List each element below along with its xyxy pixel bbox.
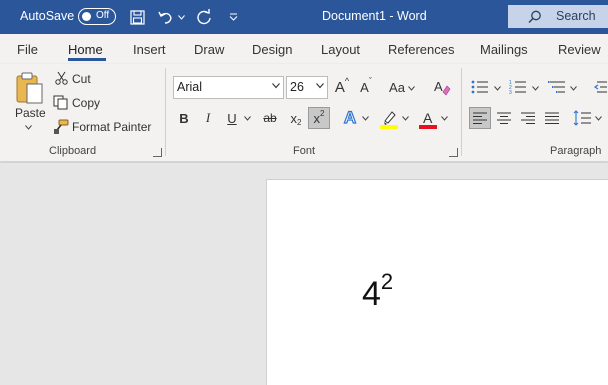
paste-button[interactable]: Paste — [15, 106, 46, 120]
clipboard-group-label: Clipboard — [49, 145, 97, 157]
chevron-down-icon — [272, 83, 280, 89]
tab-mailings[interactable]: Mailings — [480, 42, 528, 57]
change-case-icon[interactable]: Aa — [387, 77, 407, 97]
chevron-down-icon — [316, 83, 324, 89]
group-divider — [165, 68, 166, 156]
format-painter-button[interactable]: Format Painter — [72, 120, 151, 134]
tab-home[interactable]: Home — [68, 42, 103, 57]
base-number: 4 — [362, 275, 381, 313]
strikethrough-button[interactable]: ab — [260, 109, 280, 127]
line-spacing-dropdown-icon[interactable] — [594, 114, 603, 122]
word-window: AutoSave Off Document1 - Word Search Fil… — [0, 0, 608, 385]
underline-button[interactable]: U — [224, 109, 240, 127]
search-label: Search — [556, 9, 596, 23]
clear-formatting-icon[interactable]: A — [432, 77, 452, 97]
italic-button[interactable]: I — [200, 109, 216, 127]
cut-icon[interactable] — [54, 71, 68, 85]
tab-review[interactable]: Review — [558, 42, 601, 57]
paste-dropdown-icon[interactable] — [24, 123, 33, 131]
clipboard-launcher-icon[interactable] — [153, 148, 162, 157]
numbering-dropdown-icon[interactable] — [531, 84, 540, 92]
document-area: 42 — [0, 163, 608, 385]
paragraph-group-label: Paragraph — [550, 145, 602, 157]
search-box[interactable]: Search — [508, 5, 608, 28]
tab-references[interactable]: References — [388, 42, 454, 57]
grow-font-icon[interactable]: A ^ — [333, 76, 351, 97]
toggle-knob — [82, 12, 91, 21]
document-title: Document1 - Word — [322, 9, 427, 23]
autosave-toggle[interactable]: Off — [78, 8, 116, 25]
tab-layout[interactable]: Layout — [321, 42, 360, 57]
tab-draw[interactable]: Draw — [194, 42, 224, 57]
bullets-dropdown-icon[interactable] — [493, 84, 502, 92]
group-divider — [461, 68, 462, 156]
search-icon — [528, 10, 541, 23]
superscript-number: 2 — [380, 269, 394, 294]
ribbon: Paste Cut Copy Format Painter Clipboard … — [0, 64, 608, 162]
bullets-icon[interactable] — [470, 78, 490, 96]
text-effects-dropdown-icon[interactable] — [361, 114, 370, 122]
underline-dropdown-icon[interactable] — [243, 114, 252, 122]
tab-insert[interactable]: Insert — [133, 42, 166, 57]
undo-dropdown-icon[interactable] — [177, 8, 186, 26]
svg-text:A: A — [434, 79, 443, 94]
align-right-button[interactable] — [519, 109, 537, 127]
save-icon[interactable] — [128, 8, 146, 26]
font-family-value: Arial — [177, 80, 203, 94]
redo-icon[interactable] — [194, 8, 214, 26]
font-color-dropdown-icon[interactable] — [440, 114, 449, 122]
font-size-select[interactable]: 26 — [286, 76, 328, 99]
svg-text:A: A — [423, 110, 433, 126]
numbering-icon[interactable]: 123 — [508, 78, 528, 96]
autosave-state: Off — [96, 10, 110, 21]
font-family-select[interactable]: Arial — [173, 76, 284, 99]
customize-toolbar-icon[interactable] — [227, 8, 239, 26]
superscript-button[interactable]: x2 — [308, 107, 330, 129]
tab-file[interactable]: File — [17, 42, 38, 57]
font-group-label: Font — [293, 145, 316, 157]
align-left-button[interactable] — [469, 107, 491, 129]
svg-text:3: 3 — [509, 90, 512, 94]
font-size-value: 26 — [290, 80, 304, 94]
font-launcher-icon[interactable] — [449, 148, 458, 157]
title-bar: AutoSave Off Document1 - Word Search — [0, 0, 608, 34]
bold-button[interactable]: B — [176, 109, 192, 127]
active-tab-indicator — [68, 58, 106, 61]
change-case-dropdown-icon[interactable] — [407, 84, 416, 92]
align-center-button[interactable] — [495, 109, 513, 127]
paste-icon[interactable] — [14, 70, 46, 106]
tab-design[interactable]: Design — [252, 42, 292, 57]
format-painter-icon[interactable] — [53, 119, 69, 135]
copy-button[interactable]: Copy — [72, 96, 100, 110]
subscript-button[interactable]: x2 — [287, 109, 305, 127]
multilevel-dropdown-icon[interactable] — [569, 84, 578, 92]
text-effects-icon[interactable]: A — [340, 107, 360, 128]
document-page[interactable]: 42 — [266, 179, 608, 385]
highlight-icon[interactable] — [379, 108, 399, 130]
justify-button[interactable] — [543, 109, 561, 127]
line-spacing-icon[interactable] — [572, 108, 592, 128]
copy-icon[interactable] — [53, 95, 68, 110]
decrease-indent-icon[interactable] — [592, 78, 608, 96]
cut-button[interactable]: Cut — [72, 72, 91, 86]
shrink-font-icon[interactable]: Aˇ — [357, 76, 375, 97]
font-color-icon[interactable]: A — [418, 108, 438, 130]
multilevel-list-icon[interactable] — [547, 78, 567, 96]
highlight-dropdown-icon[interactable] — [401, 114, 410, 122]
undo-icon[interactable] — [156, 8, 176, 26]
autosave-label: AutoSave — [20, 9, 75, 23]
document-text[interactable]: 42 — [362, 269, 393, 314]
